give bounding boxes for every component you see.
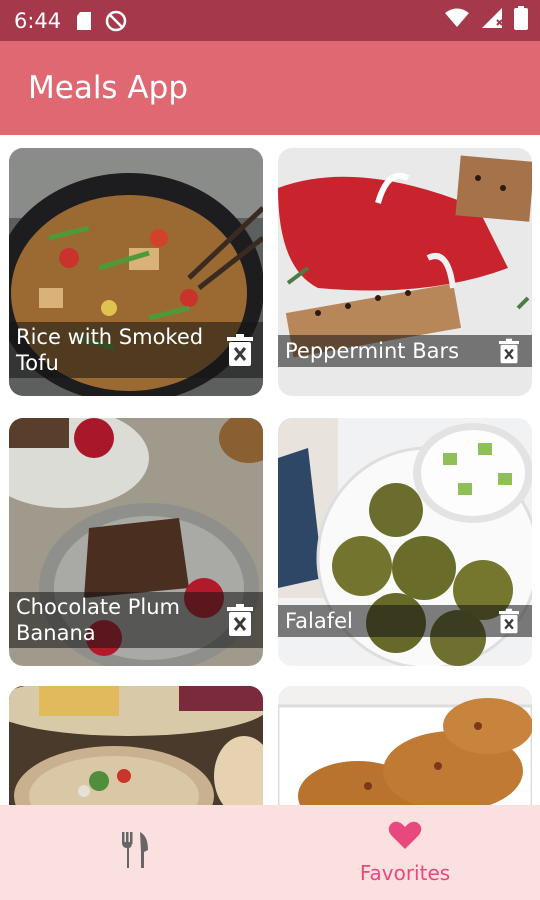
meal-title: Falafel: [285, 609, 353, 633]
signal-icon: [480, 7, 504, 34]
page-title: Meals App: [28, 70, 188, 106]
meal-grid: Rice with Smoked Tofu Peppermint Bars Ch…: [0, 135, 540, 805]
delete-icon[interactable]: [494, 607, 524, 635]
fork-knife-icon: [120, 830, 150, 875]
bottom-navigation: Favorites: [0, 805, 540, 900]
meal-title: Rice with Smoked Tofu: [16, 325, 204, 375]
nav-item-categories[interactable]: [0, 805, 270, 900]
meal-overlay: Falafel: [278, 605, 532, 637]
delete-icon[interactable]: [494, 337, 524, 365]
meal-card[interactable]: Peppermint Bars: [278, 148, 532, 396]
meal-title: Chocolate Plum Banana: [16, 595, 181, 645]
delete-icon[interactable]: [225, 603, 255, 637]
meal-image: [278, 686, 532, 805]
meal-overlay: Rice with Smoked Tofu: [9, 322, 263, 378]
meal-overlay: Peppermint Bars: [278, 335, 532, 367]
sd-card-icon: [75, 11, 93, 31]
battery-icon: [514, 6, 528, 35]
meal-card[interactable]: [278, 686, 532, 805]
status-bar: 6:44: [0, 0, 540, 41]
meal-image: [9, 686, 263, 805]
meal-card[interactable]: Chocolate Plum Banana: [9, 418, 263, 666]
wifi-icon: [444, 8, 470, 33]
delete-icon[interactable]: [225, 333, 255, 367]
status-time: 6:44: [14, 8, 62, 33]
heart-icon: [388, 820, 422, 855]
app-bar: Meals App: [0, 41, 540, 135]
meal-title: Peppermint Bars: [285, 339, 460, 363]
meal-card[interactable]: Rice with Smoked Tofu: [9, 148, 263, 396]
do-not-disturb-icon: [105, 10, 127, 32]
meal-card[interactable]: Falafel: [278, 418, 532, 666]
nav-label-favorites: Favorites: [359, 861, 451, 885]
nav-item-favorites[interactable]: Favorites: [270, 805, 540, 900]
meal-overlay: Chocolate Plum Banana: [9, 592, 263, 648]
meal-card[interactable]: [9, 686, 263, 805]
